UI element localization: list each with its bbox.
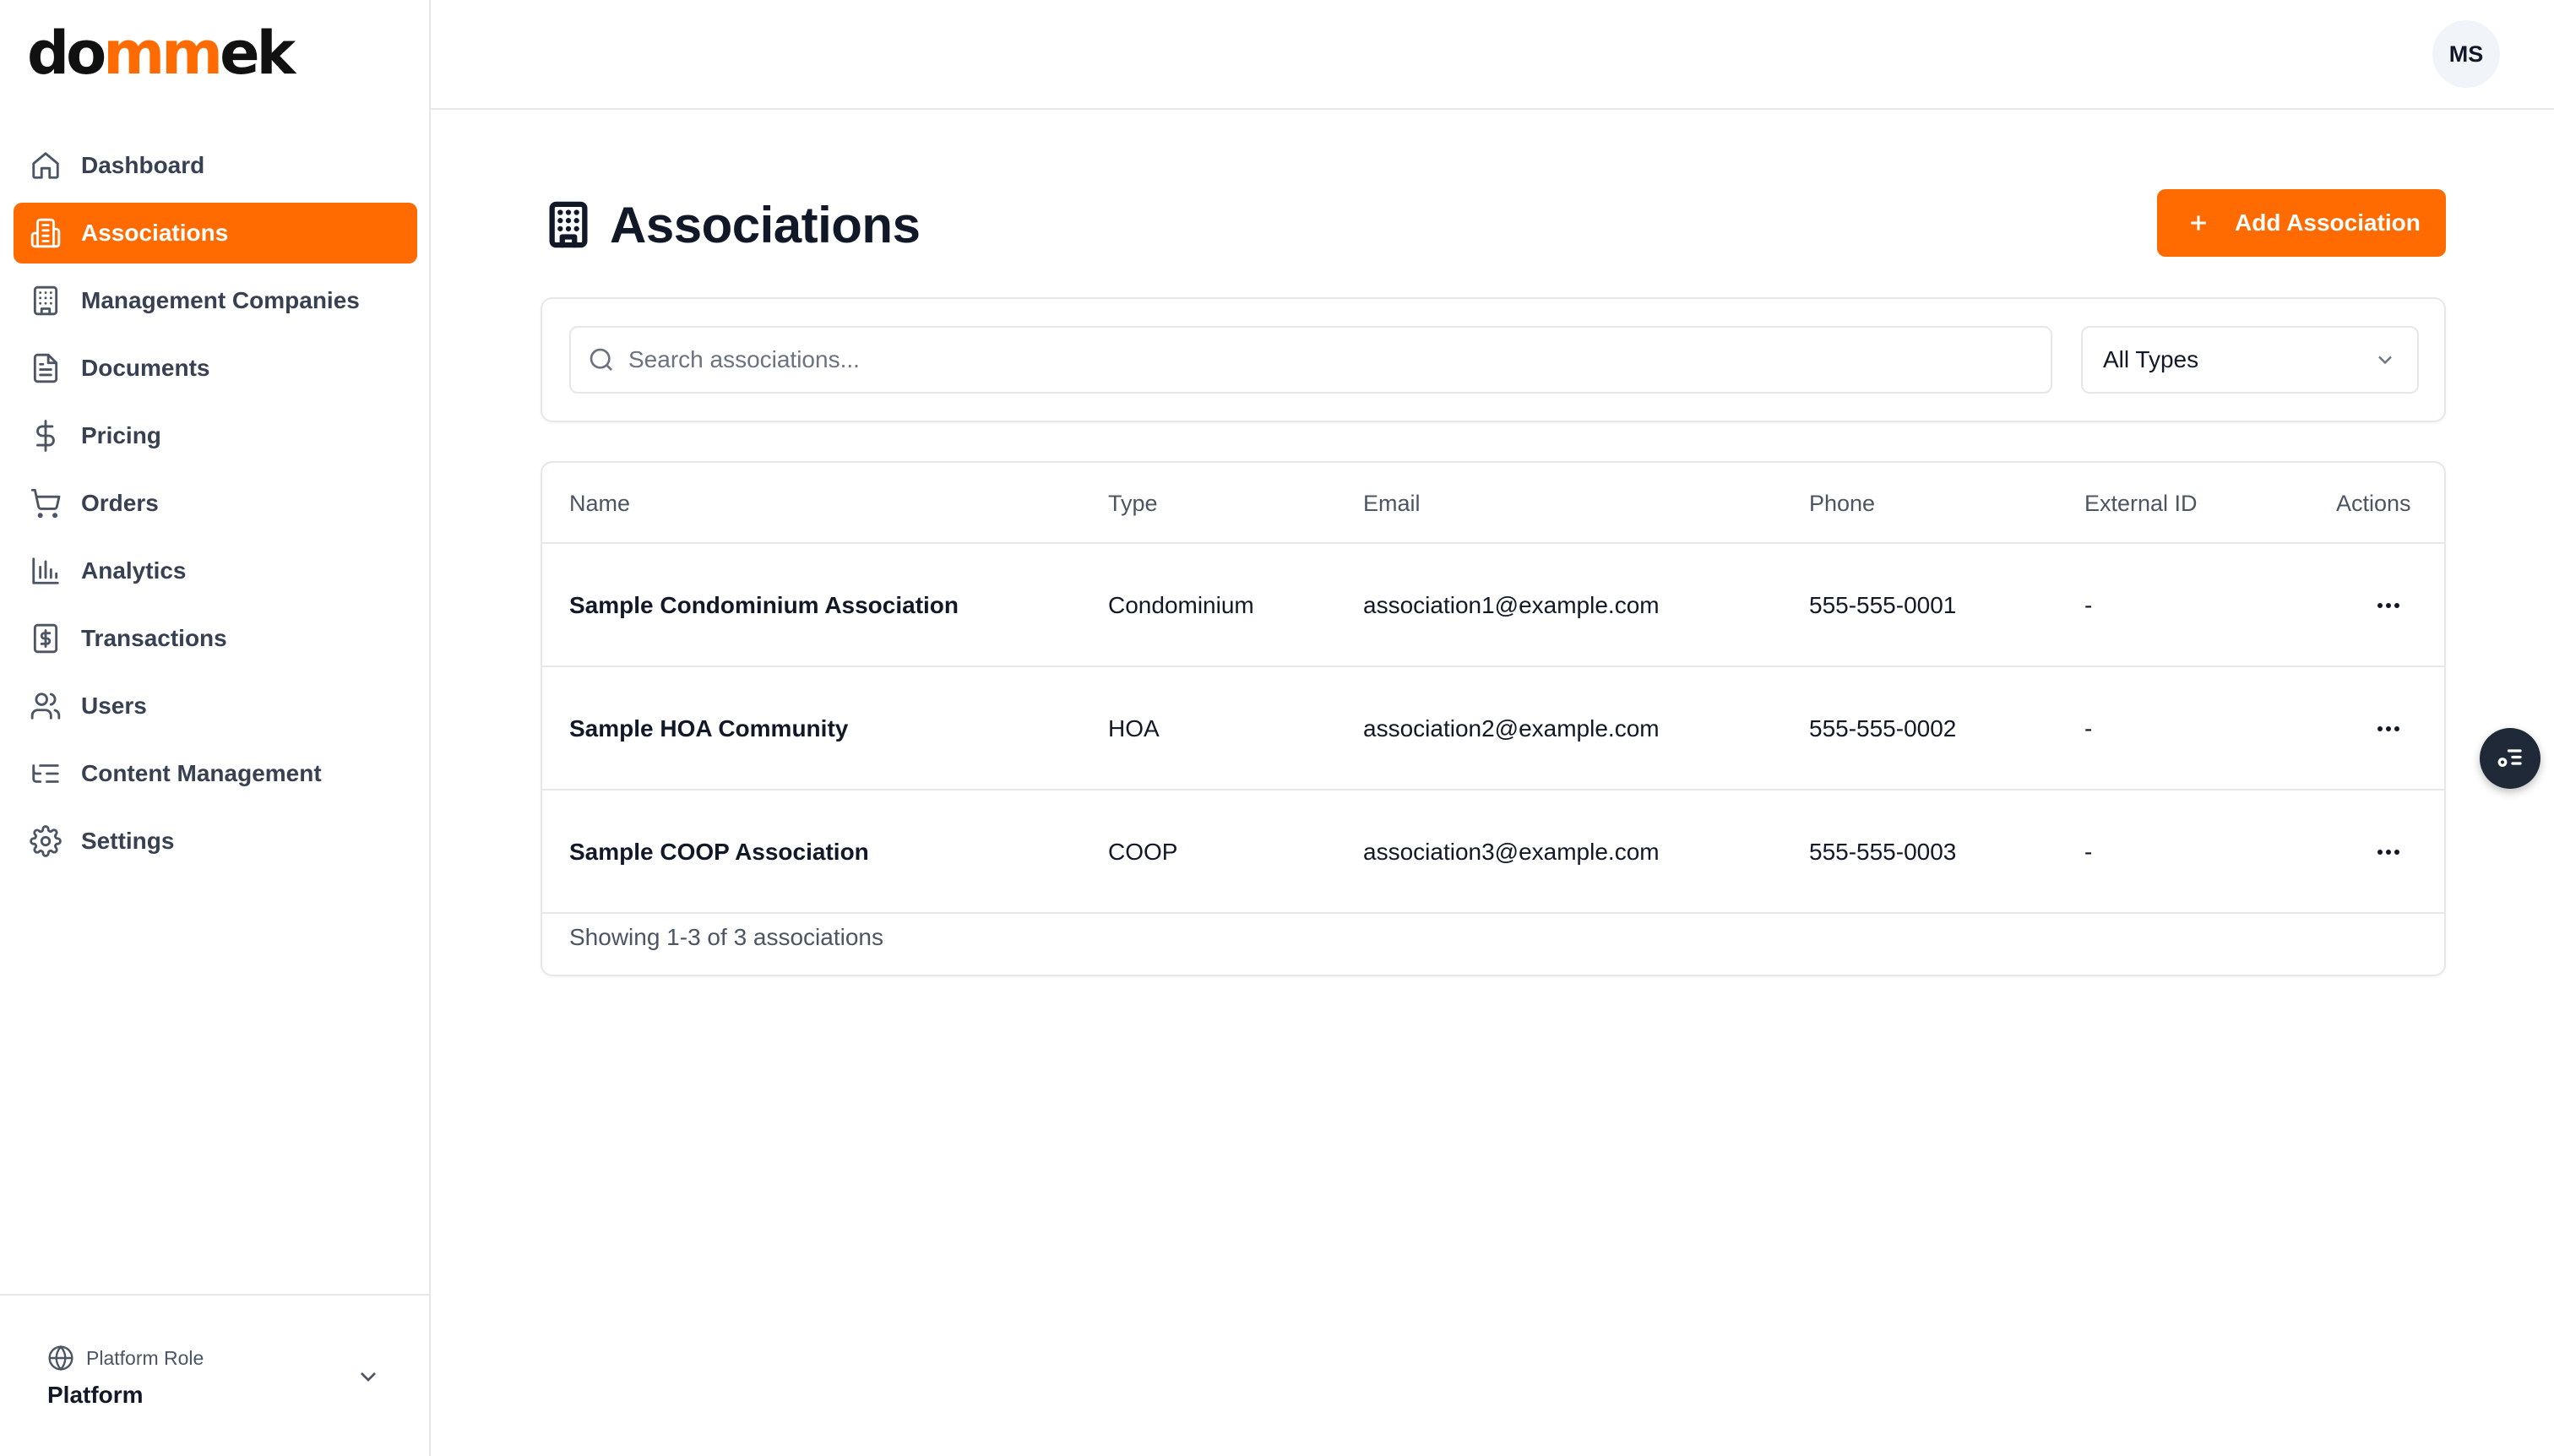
cell-external-id: - [2084, 839, 2093, 865]
sidebar-item-dashboard[interactable]: Dashboard [14, 135, 417, 196]
add-association-label: Add Association [2235, 209, 2421, 236]
row-actions-button[interactable] [2370, 710, 2407, 747]
page-header: Associations Add Association [541, 184, 2446, 265]
cell-email: association1@example.com [1363, 592, 1660, 618]
table-row[interactable]: Sample HOA Community HOA association2@ex… [542, 667, 2444, 790]
table-header: Name Type Email Phone External ID Action… [542, 463, 2444, 544]
dollar-icon [29, 419, 62, 453]
sidebar-item-associations[interactable]: Associations [14, 203, 417, 263]
avatar[interactable]: MS [2432, 20, 2500, 88]
cell-type: Condominium [1108, 592, 1254, 618]
search-field[interactable] [569, 326, 2052, 394]
logo-part-3: ek [220, 19, 296, 88]
column-header-email[interactable]: Email [1363, 463, 1421, 544]
platform-role-label: Platform Role [86, 1346, 204, 1369]
globe-icon [48, 1345, 73, 1372]
gear-icon [29, 824, 62, 858]
sidebar-item-label: Content Management [81, 760, 322, 786]
sidebar-item-users[interactable]: Users [14, 676, 417, 736]
sidebar-item-label: Documents [81, 355, 210, 381]
brand-logo[interactable]: dommek [27, 24, 296, 83]
platform-role-switcher[interactable]: Platform Role Platform [0, 1294, 429, 1456]
associations-table: Name Type Email Phone External ID Action… [541, 461, 2446, 976]
type-filter-select[interactable]: All Types [2081, 326, 2419, 394]
sidebar-item-label: Transactions [81, 625, 227, 651]
sidebar-nav: Dashboard Associations Management Compan… [14, 135, 417, 878]
type-filter-value: All Types [2103, 346, 2199, 372]
cell-phone: 555-555-0003 [1809, 839, 1957, 865]
plus-icon [2191, 215, 2206, 231]
list-search-icon [2497, 749, 2522, 767]
cell-name: Sample Condominium Association [569, 592, 959, 618]
cell-phone: 555-555-0001 [1809, 592, 1957, 618]
search-icon [590, 348, 612, 371]
logo-part-2: mm [103, 19, 223, 88]
sidebar: dommek Dashboard Associations Management… [0, 0, 431, 1456]
table-row[interactable]: Sample COOP Association COOP association… [542, 790, 2444, 914]
users-icon [29, 689, 62, 723]
logo-wordmark: dommek [27, 24, 296, 83]
row-actions-button[interactable] [2370, 587, 2407, 624]
sidebar-item-transactions[interactable]: Transactions [14, 608, 417, 669]
list-tree-icon [29, 757, 62, 790]
sidebar-item-label: Dashboard [81, 152, 205, 178]
more-horizontal-icon [2377, 603, 2399, 608]
building-icon [29, 216, 62, 250]
cell-external-id: - [2084, 592, 2093, 618]
cell-email: association3@example.com [1363, 839, 1660, 865]
table-row[interactable]: Sample Condominium Association Condomini… [542, 544, 2444, 667]
cell-type: COOP [1108, 839, 1178, 865]
cell-type: HOA [1108, 715, 1160, 742]
column-header-phone[interactable]: Phone [1809, 463, 1875, 544]
filter-bar: All Types [541, 297, 2446, 422]
cell-name: Sample HOA Community [569, 715, 849, 742]
column-header-external-id[interactable]: External ID [2084, 463, 2198, 544]
logo-part-1: do [27, 19, 106, 88]
floating-action-button[interactable] [2480, 728, 2540, 789]
row-actions-button[interactable] [2370, 834, 2407, 871]
sidebar-item-documents[interactable]: Documents [14, 338, 417, 399]
sidebar-item-label: Management Companies [81, 287, 360, 313]
sidebar-item-label: Associations [81, 220, 229, 246]
sidebar-item-management-companies[interactable]: Management Companies [14, 270, 417, 331]
sidebar-item-label: Settings [81, 828, 175, 854]
home-icon [29, 149, 62, 182]
column-header-name[interactable]: Name [569, 463, 630, 544]
chevron-down-icon[interactable] [355, 1363, 382, 1390]
search-input[interactable] [628, 346, 2051, 373]
sidebar-item-label: Users [81, 693, 147, 719]
bar-chart-icon [29, 554, 62, 588]
cell-phone: 555-555-0002 [1809, 715, 1957, 742]
cell-external-id: - [2084, 715, 2093, 742]
column-header-actions: Actions [2336, 491, 2411, 516]
cell-email: association2@example.com [1363, 715, 1660, 742]
sidebar-item-label: Analytics [81, 557, 187, 584]
document-icon [29, 351, 62, 385]
cart-icon [29, 486, 62, 520]
sidebar-item-pricing[interactable]: Pricing [14, 405, 417, 466]
sidebar-item-settings[interactable]: Settings [14, 811, 417, 872]
sidebar-item-label: Pricing [81, 422, 161, 448]
receipt-icon [29, 622, 62, 655]
office-building-icon [549, 201, 588, 248]
page-title-group: Associations [544, 193, 921, 257]
office-building-icon [29, 284, 62, 318]
more-horizontal-icon [2377, 850, 2399, 855]
top-bar: MS [431, 0, 2554, 110]
platform-role-caption: Platform Role [47, 1345, 204, 1372]
more-horizontal-icon [2377, 726, 2399, 731]
column-header-type[interactable]: Type [1108, 463, 1158, 544]
chevron-down-icon [2378, 356, 2392, 365]
cell-name: Sample COOP Association [569, 839, 869, 865]
sidebar-item-orders[interactable]: Orders [14, 473, 417, 534]
pagination-summary: Showing 1-3 of 3 associations [569, 924, 883, 950]
sidebar-item-content-management[interactable]: Content Management [14, 743, 417, 804]
sidebar-item-analytics[interactable]: Analytics [14, 541, 417, 601]
add-association-button[interactable]: Add Association [2157, 189, 2446, 257]
platform-role-value: Platform [47, 1382, 144, 1408]
sidebar-item-label: Orders [81, 490, 159, 516]
page-title: Associations [610, 196, 921, 253]
